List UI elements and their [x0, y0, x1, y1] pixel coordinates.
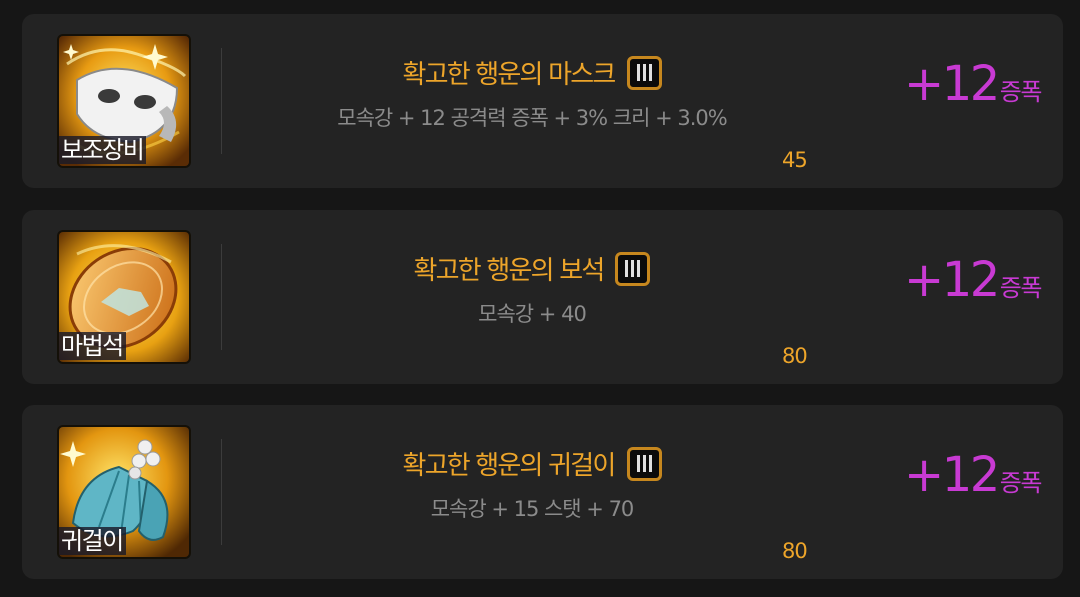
item-description: 모속강 + 40 [478, 302, 587, 326]
equipment-list: 보조장비 확고한 행운의 마스크 모속강 + 12 공격력 증폭 + 3% 크리… [0, 0, 1080, 597]
item-icon-frame: 귀걸이 [59, 427, 189, 557]
divider [221, 439, 222, 545]
item-title-row: 확고한 행운의 귀걸이 [242, 445, 822, 482]
bonus-value: +12증폭 [904, 250, 1043, 310]
equipment-card[interactable]: 귀걸이 확고한 행운의 귀걸이 모속강 + 15 스탯 + 70 80 +12증… [22, 405, 1063, 579]
divider [221, 244, 222, 350]
slot-label: 보조장비 [59, 136, 147, 164]
bonus-number: +12 [904, 56, 1000, 112]
item-description: 모속강 + 15 스탯 + 70 [430, 497, 635, 521]
bonus-number: +12 [904, 252, 1000, 308]
item-icon-frame: 보조장비 [59, 36, 189, 166]
equipment-card[interactable]: 마법석 확고한 행운의 보석 모속강 + 40 80 +12증폭 [22, 210, 1063, 384]
item-name: 확고한 행운의 보석 [413, 256, 606, 286]
bonus-value: +12증폭 [904, 54, 1043, 114]
tier-badge-icon [626, 55, 662, 90]
item-description: 모속강 + 12 공격력 증폭 + 3% 크리 + 3.0% [337, 106, 727, 130]
item-title-row: 확고한 행운의 마스크 [242, 54, 822, 91]
item-icon-frame: 마법석 [59, 232, 189, 362]
item-level: 80 [782, 539, 808, 563]
item-level: 45 [782, 148, 808, 172]
item-name: 확고한 행운의 마스크 [402, 60, 616, 90]
bonus-unit: 증폭 [999, 78, 1043, 106]
item-name: 확고한 행운의 귀걸이 [402, 451, 616, 481]
bonus-value: +12증폭 [904, 445, 1043, 505]
bonus-unit: 증폭 [999, 274, 1043, 302]
bonus-number: +12 [904, 447, 1000, 503]
item-title-row: 확고한 행운의 보석 [242, 250, 822, 287]
divider [221, 48, 222, 154]
equipment-card[interactable]: 보조장비 확고한 행운의 마스크 모속강 + 12 공격력 증폭 + 3% 크리… [22, 14, 1063, 188]
tier-badge-icon [626, 446, 662, 481]
slot-label: 마법석 [59, 332, 126, 360]
tier-badge-icon [615, 251, 651, 286]
slot-label: 귀걸이 [59, 527, 126, 555]
bonus-unit: 증폭 [999, 469, 1043, 497]
item-level: 80 [782, 344, 808, 368]
